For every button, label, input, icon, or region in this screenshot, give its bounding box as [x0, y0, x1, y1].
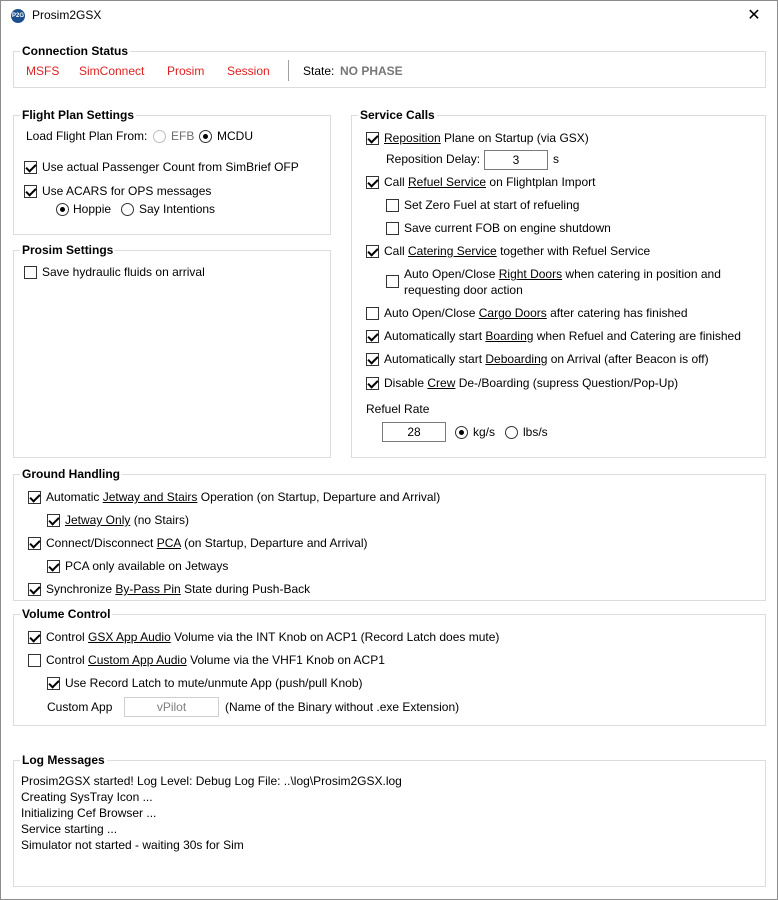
- pax-count-label: Use actual Passenger Count from SimBrief…: [42, 160, 299, 174]
- catering-label: Call Catering Service together with Refu…: [384, 244, 651, 258]
- app-icon: P2G: [11, 9, 25, 23]
- catering-checkbox[interactable]: [366, 245, 379, 258]
- reposition-delay-unit: s: [553, 152, 559, 166]
- kgs-radio[interactable]: [455, 426, 468, 439]
- lbs-label: lbs/s: [523, 425, 548, 439]
- doors-label-line2: requesting door action: [404, 283, 523, 297]
- volume-control-title: Volume Control: [20, 606, 113, 622]
- log-line: Simulator not started - waiting 30s for …: [21, 838, 244, 852]
- pca-jetways-checkbox[interactable]: [47, 560, 60, 573]
- hydraulic-checkbox[interactable]: [24, 266, 37, 279]
- refuel-rate-label: Refuel Rate: [366, 402, 430, 416]
- flight-plan-title: Flight Plan Settings: [20, 107, 137, 123]
- custom-app-hint: (Name of the Binary without .exe Extensi…: [225, 700, 460, 714]
- pca-label: Connect/Disconnect PCA (on Startup, Depa…: [46, 536, 368, 550]
- prosim-settings-title: Prosim Settings: [20, 242, 116, 258]
- cargo-doors-checkbox[interactable]: [366, 307, 379, 320]
- custom-app-input[interactable]: [124, 697, 219, 717]
- pca-jetways-label: PCA only available on Jetways: [65, 559, 229, 573]
- jetway-checkbox[interactable]: [28, 491, 41, 504]
- pax-count-checkbox[interactable]: [24, 161, 37, 174]
- load-plan-label: Load Flight Plan From:: [26, 129, 148, 143]
- refuel-label: Call Refuel Service on Flightplan Import: [384, 175, 596, 189]
- custom-app-label: Custom App: [47, 700, 113, 714]
- prosim-settings-group: Prosim Settings: [13, 242, 331, 458]
- doors-checkbox[interactable]: [386, 275, 399, 288]
- status-simconnect: SimConnect: [79, 64, 145, 78]
- save-fob-label: Save current FOB on engine shutdown: [404, 221, 611, 235]
- pca-checkbox[interactable]: [28, 537, 41, 550]
- kgs-label: kg/s: [473, 425, 496, 439]
- status-divider: [288, 60, 289, 81]
- log-line: Prosim2GSX started! Log Level: Debug Log…: [21, 774, 402, 788]
- record-latch-label: Use Record Latch to mute/unmute App (pus…: [65, 676, 363, 690]
- title-bar: P2G Prosim2GSX ✕: [1, 1, 777, 31]
- hydraulic-label: Save hydraulic fluids on arrival: [42, 265, 205, 279]
- refuel-rate-input[interactable]: [382, 422, 446, 442]
- boarding-checkbox[interactable]: [366, 330, 379, 343]
- reposition-delay-label: Reposition Delay:: [386, 152, 481, 166]
- gsx-audio-label: Control GSX App Audio Volume via the INT…: [46, 630, 500, 644]
- cargo-doors-label: Auto Open/Close Cargo Doors after cateri…: [384, 306, 688, 320]
- acars-label: Use ACARS for OPS messages: [42, 184, 212, 198]
- hoppie-label: Hoppie: [73, 202, 112, 216]
- save-fob-checkbox[interactable]: [386, 222, 399, 235]
- reposition-checkbox[interactable]: [366, 132, 379, 145]
- doors-label: Auto Open/Close Right Doors when caterin…: [404, 267, 721, 281]
- jetway-label: Automatic Jetway and Stairs Operation (o…: [46, 490, 441, 504]
- status-prosim: Prosim: [167, 64, 205, 78]
- zero-fuel-label: Set Zero Fuel at start of refueling: [404, 198, 580, 212]
- refuel-checkbox[interactable]: [366, 176, 379, 189]
- state-value: NO PHASE: [340, 64, 403, 78]
- reposition-label: Reposition Plane on Startup (via GSX): [384, 131, 589, 145]
- boarding-label: Automatically start Boarding when Refuel…: [384, 329, 741, 343]
- log-messages-title: Log Messages: [20, 752, 107, 768]
- lbs-radio[interactable]: [505, 426, 518, 439]
- service-calls-title: Service Calls: [358, 107, 437, 123]
- close-icon[interactable]: ✕: [731, 1, 777, 31]
- custom-audio-label: Control Custom App Audio Volume via the …: [46, 653, 385, 667]
- reposition-delay-input[interactable]: [484, 150, 548, 170]
- efb-label: EFB: [171, 129, 195, 143]
- say-intentions-label: Say Intentions: [139, 202, 216, 216]
- state-label: State:: [303, 64, 335, 78]
- gsx-audio-checkbox[interactable]: [28, 631, 41, 644]
- status-msfs: MSFS: [26, 64, 60, 78]
- connection-status-title: Connection Status: [20, 43, 131, 59]
- log-line: Initializing Cef Browser ...: [21, 806, 157, 820]
- custom-audio-checkbox[interactable]: [28, 654, 41, 667]
- say-intentions-radio[interactable]: [121, 203, 134, 216]
- mcdu-radio[interactable]: [199, 130, 212, 143]
- log-line: Creating SysTray Icon ...: [21, 790, 153, 804]
- crew-label: Disable Crew De-/Boarding (supress Quest…: [384, 376, 679, 390]
- window-title: Prosim2GSX: [32, 8, 102, 22]
- bypass-pin-label: Synchronize By-Pass Pin State during Pus…: [46, 582, 311, 596]
- acars-checkbox[interactable]: [24, 185, 37, 198]
- crew-checkbox[interactable]: [366, 377, 379, 390]
- ground-handling-title: Ground Handling: [20, 466, 122, 482]
- zero-fuel-checkbox[interactable]: [386, 199, 399, 212]
- efb-radio[interactable]: [153, 130, 166, 143]
- deboarding-label: Automatically start Deboarding on Arriva…: [384, 352, 709, 366]
- main-window: P2G Prosim2GSX ✕ Connection Status MSFS …: [0, 0, 778, 900]
- hoppie-radio[interactable]: [56, 203, 69, 216]
- deboarding-checkbox[interactable]: [366, 353, 379, 366]
- jetway-only-label: Jetway Only (no Stairs): [65, 513, 190, 527]
- jetway-only-checkbox[interactable]: [47, 514, 60, 527]
- mcdu-label: MCDU: [217, 129, 253, 143]
- status-session: Session: [227, 64, 270, 78]
- log-line: Service starting ...: [21, 822, 118, 836]
- record-latch-checkbox[interactable]: [47, 677, 60, 690]
- bypass-pin-checkbox[interactable]: [28, 583, 41, 596]
